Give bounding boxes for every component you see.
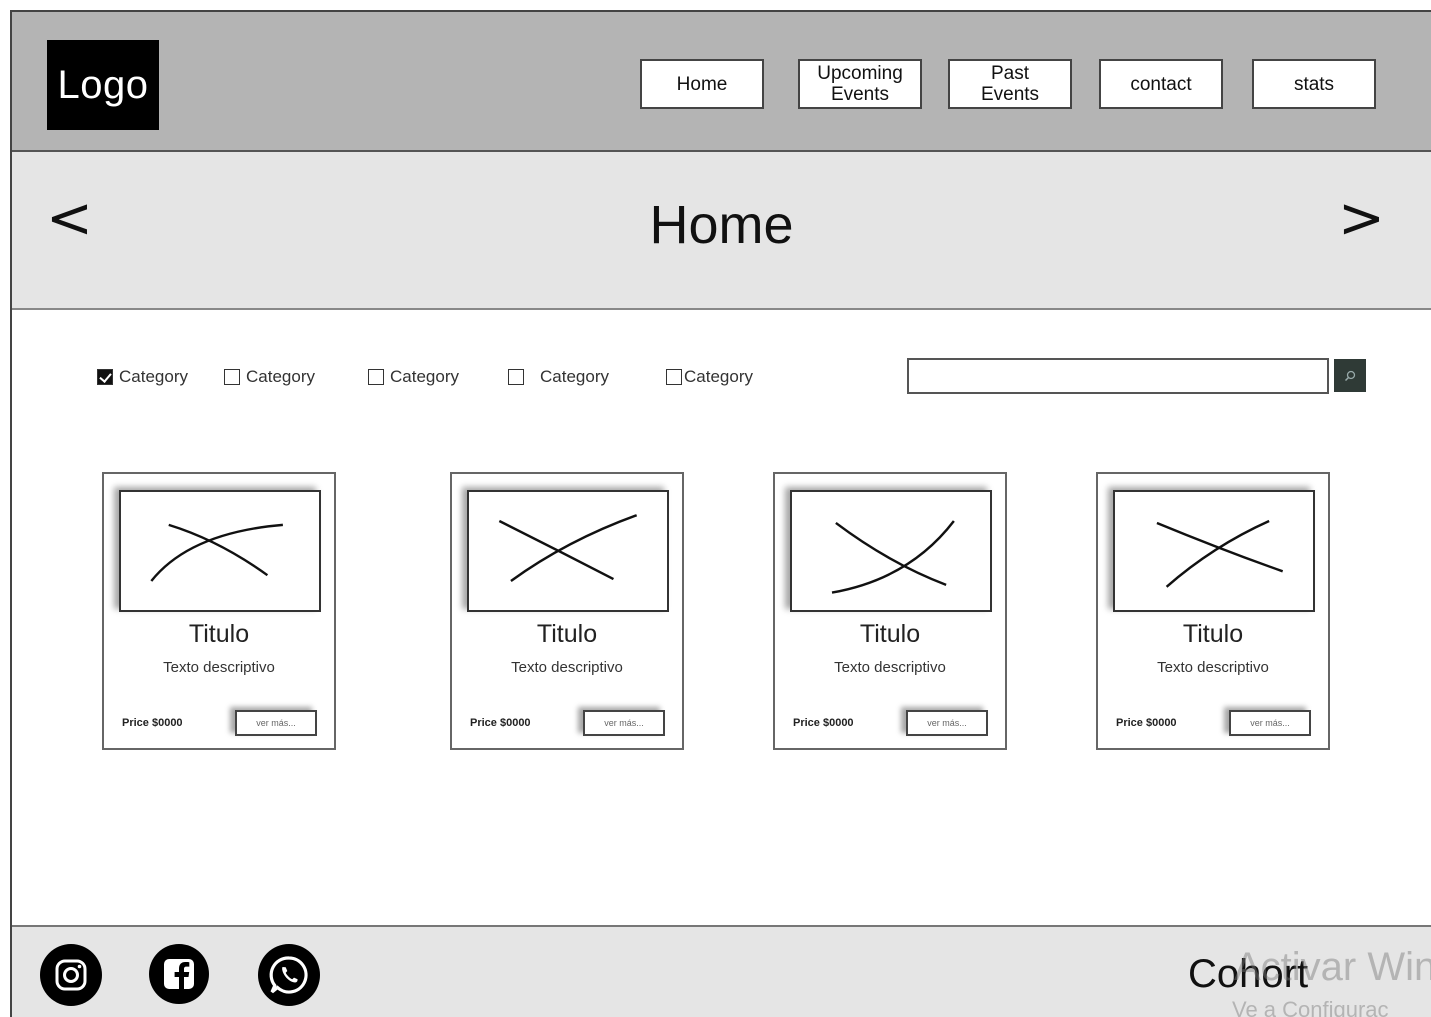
checkbox-checked[interactable] [97, 369, 113, 385]
checkbox[interactable] [224, 369, 240, 385]
see-more-button[interactable]: ver más... [583, 710, 665, 736]
event-card: Titulo Texto descriptivo Price $0000 ver… [1096, 472, 1330, 750]
header: Logo Home Upcoming Events Past Events co… [12, 12, 1431, 152]
checkbox[interactable] [368, 369, 384, 385]
image-placeholder-icon [498, 514, 638, 582]
instagram-button[interactable] [40, 944, 102, 1006]
page-title: Home [649, 195, 794, 255]
card-image-placeholder [790, 490, 992, 612]
instagram-icon [55, 959, 87, 991]
category-label: Category [246, 367, 315, 386]
card-description: Texto descriptivo [163, 659, 275, 676]
whatsapp-icon [269, 956, 308, 994]
category-filter-1[interactable]: Category [97, 365, 188, 389]
nav-contact-label: contact [1130, 73, 1192, 95]
category-label: Category [684, 367, 753, 386]
see-more-button[interactable]: ver más... [1229, 710, 1311, 736]
card-price: Price $0000 [122, 717, 183, 729]
checkbox[interactable] [666, 369, 682, 385]
search-button[interactable] [1334, 359, 1366, 392]
card-title: Titulo [536, 620, 598, 648]
card-title: Titulo [188, 620, 250, 648]
nav-home-button[interactable]: Home [640, 59, 764, 109]
card-image-placeholder [467, 490, 669, 612]
card-image-placeholder [1113, 490, 1315, 612]
category-filter-2[interactable]: Category [224, 365, 315, 389]
page-frame: Logo Home Upcoming Events Past Events co… [10, 10, 1431, 1017]
logo[interactable]: Logo [47, 40, 159, 130]
see-more-button[interactable]: ver más... [906, 710, 988, 736]
facebook-icon [164, 959, 194, 991]
category-filter-5[interactable]: Category [666, 365, 753, 389]
see-more-button[interactable]: ver más... [235, 710, 317, 736]
card-image-placeholder [119, 490, 321, 612]
footer: Cohort Activar Win Ve a Configurac [12, 925, 1431, 1017]
nav-upcoming-events-button[interactable]: Upcoming Events [798, 59, 922, 109]
nav-past-events-label: Past Events [980, 63, 1040, 105]
nav-stats-label: stats [1293, 73, 1335, 95]
facebook-button[interactable] [149, 944, 209, 1004]
image-placeholder-icon [150, 523, 283, 582]
image-placeholder-icon [831, 520, 955, 594]
nav-past-events-button[interactable]: Past Events [948, 59, 1072, 109]
windows-activation-subtext: Ve a Configurac [1232, 997, 1389, 1017]
category-label: Category [119, 367, 188, 386]
windows-activation-watermark: Activar Win [1234, 945, 1431, 989]
card-price: Price $0000 [1116, 717, 1177, 729]
event-card: Titulo Texto descriptivo Price $0000 ver… [450, 472, 684, 750]
search-input[interactable] [907, 358, 1329, 394]
card-description: Texto descriptivo [834, 659, 946, 676]
category-filter-3[interactable]: Category [368, 365, 459, 389]
nav-home-label: Home [676, 73, 728, 95]
image-placeholder-icon [1156, 519, 1284, 588]
checkbox[interactable] [508, 369, 524, 385]
search-icon [1344, 370, 1356, 381]
card-title: Titulo [1182, 620, 1244, 648]
hero-banner: < Home > [12, 152, 1431, 310]
nav-upcoming-events-label: Upcoming Events [817, 63, 903, 105]
card-description: Texto descriptivo [511, 659, 623, 676]
whatsapp-button[interactable] [258, 944, 320, 1006]
nav-stats-button[interactable]: stats [1252, 59, 1376, 109]
card-description: Texto descriptivo [1157, 659, 1269, 676]
card-price: Price $0000 [793, 717, 854, 729]
nav-contact-button[interactable]: contact [1099, 59, 1223, 109]
next-arrow-button[interactable]: > [1338, 186, 1385, 251]
event-card: Titulo Texto descriptivo Price $0000 ver… [773, 472, 1007, 750]
card-title: Titulo [859, 620, 921, 648]
category-filter-4[interactable]: Category [508, 365, 609, 389]
category-label: Category [540, 367, 609, 386]
card-price: Price $0000 [470, 717, 531, 729]
event-card: Titulo Texto descriptivo Price $0000 ver… [102, 472, 336, 750]
category-label: Category [390, 367, 459, 386]
